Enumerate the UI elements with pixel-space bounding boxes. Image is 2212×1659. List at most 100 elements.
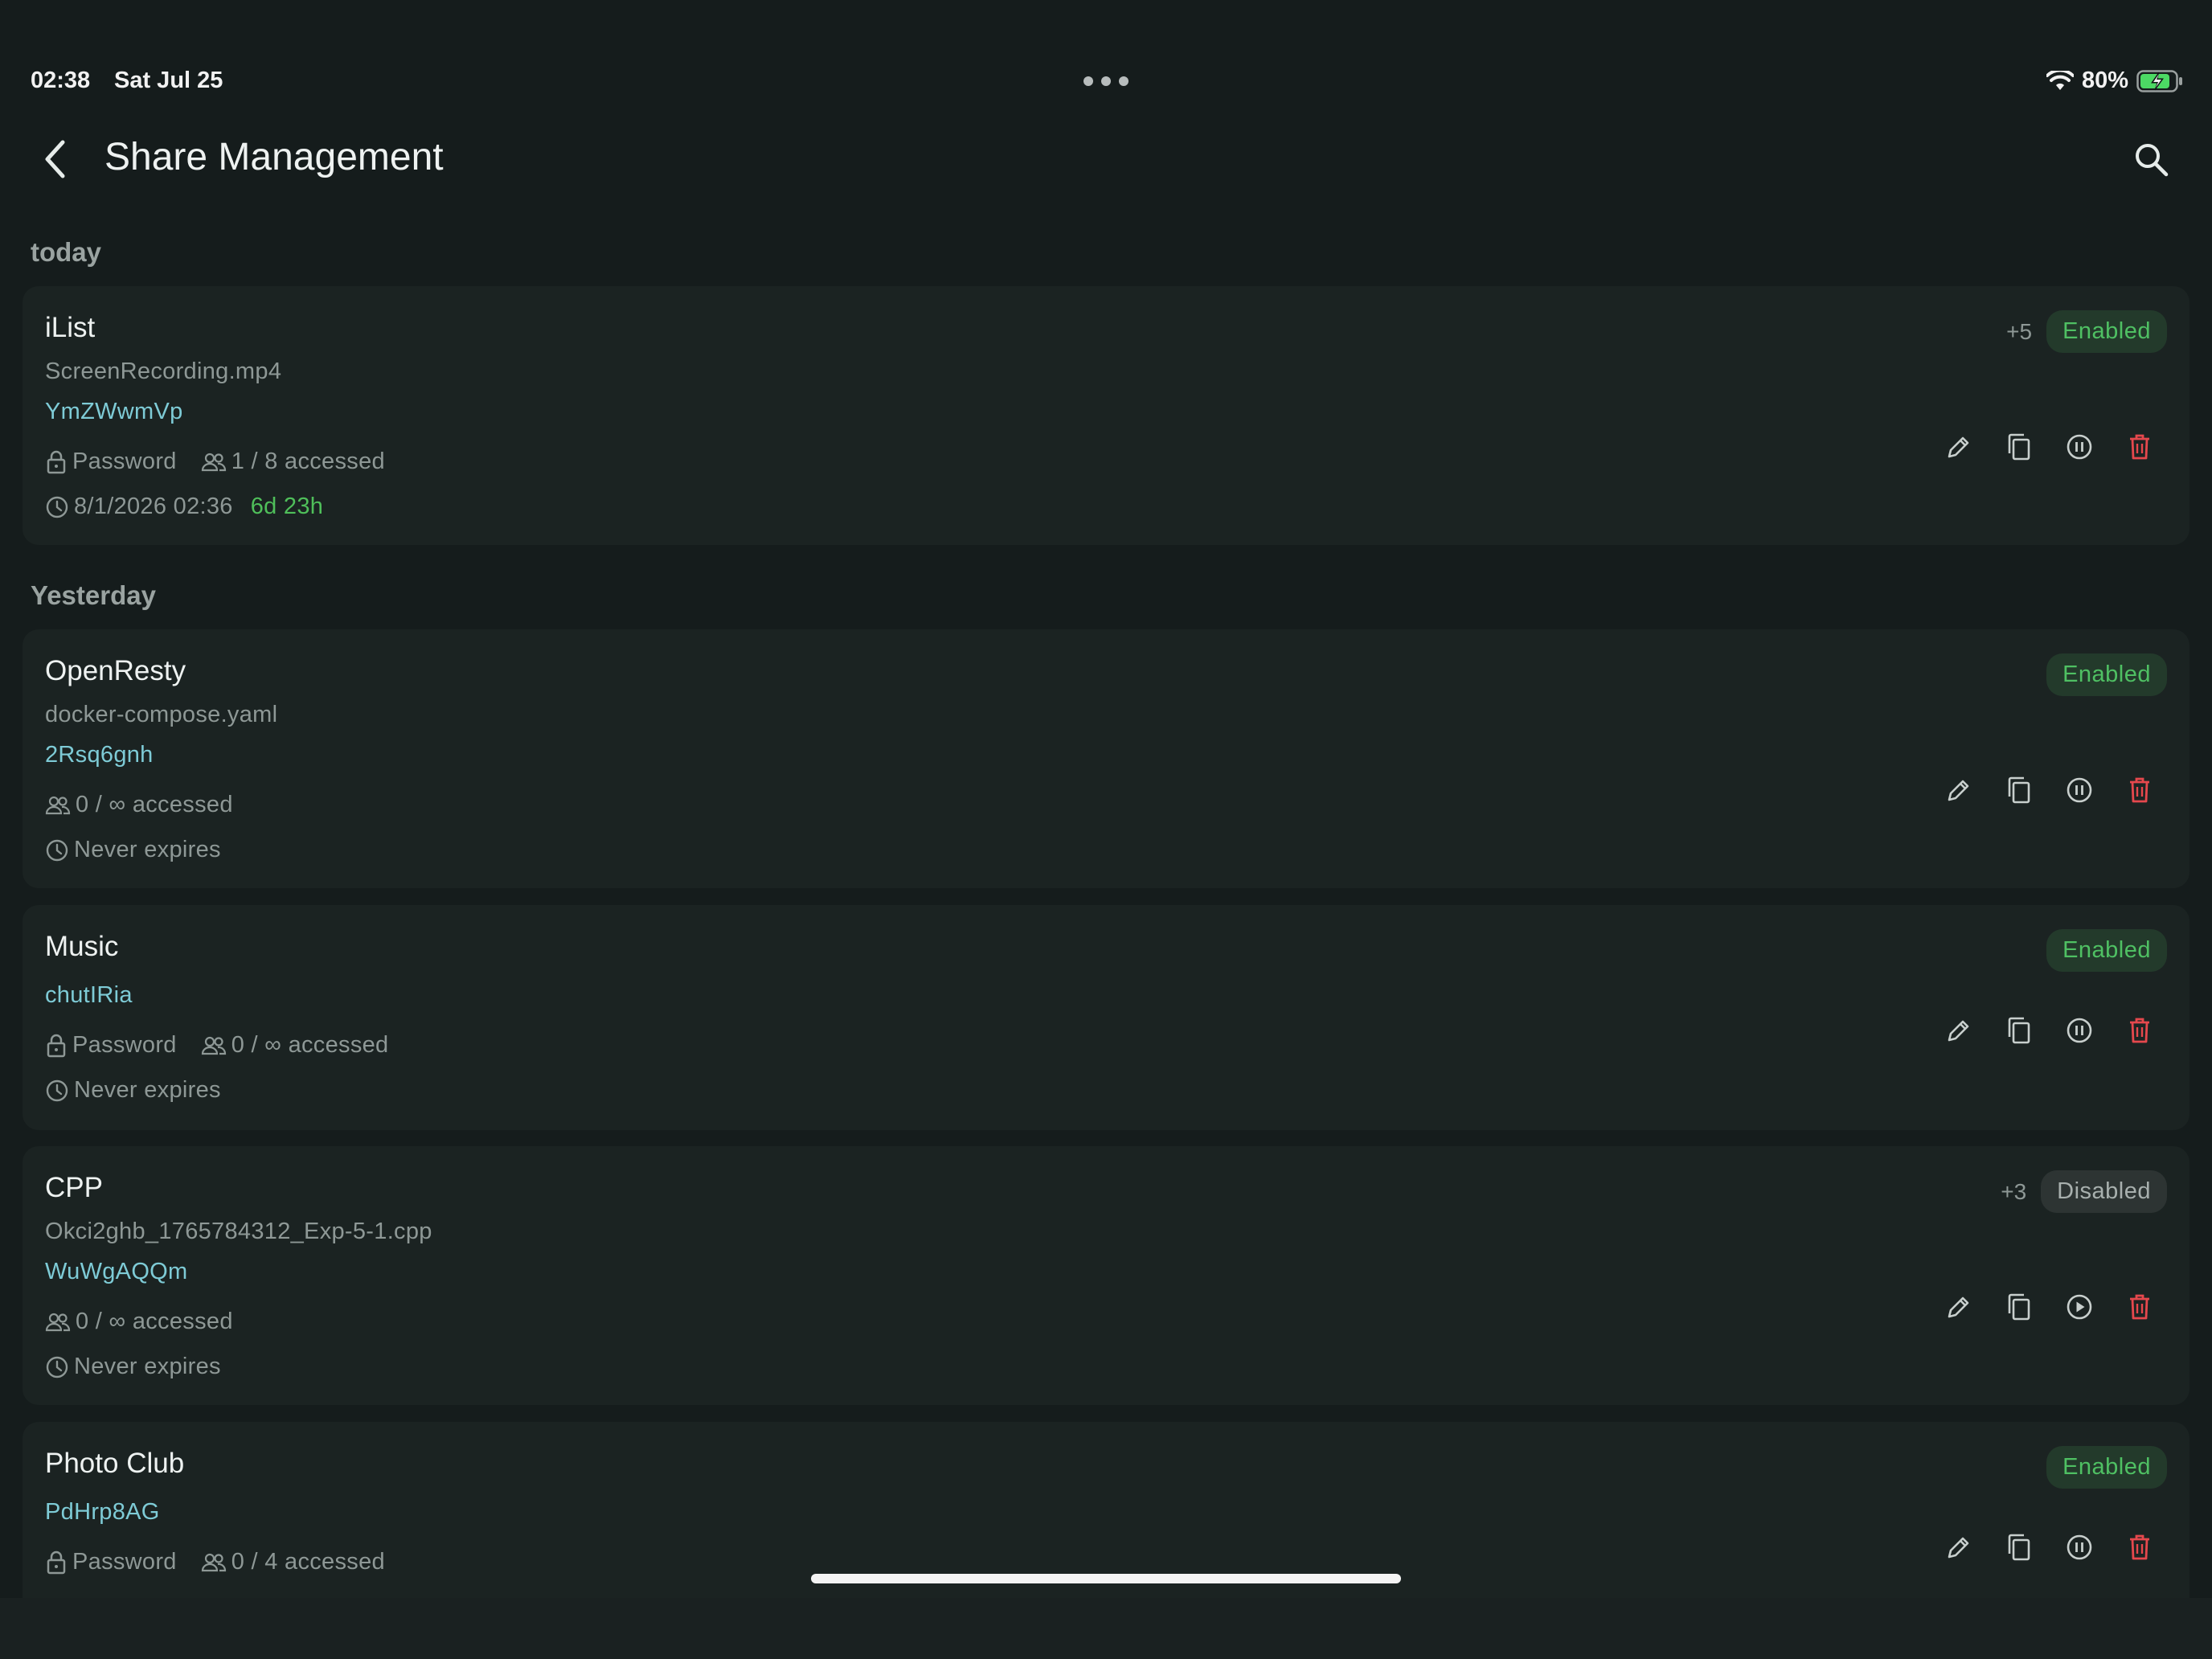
status-badge: Enabled bbox=[2046, 1446, 2167, 1489]
copy-button[interactable] bbox=[2001, 772, 2037, 808]
share-code[interactable]: chutIRia bbox=[45, 982, 133, 1009]
people-icon bbox=[45, 796, 71, 814]
share-expiry-row: Never expires bbox=[45, 837, 245, 863]
search-button[interactable] bbox=[2125, 133, 2177, 185]
share-title: Music bbox=[45, 931, 119, 962]
edit-button[interactable] bbox=[1941, 1013, 1976, 1048]
search-icon bbox=[2136, 144, 2169, 177]
share-card[interactable]: Music chutIRia Password 0 / ∞ accessed N… bbox=[23, 905, 2189, 1130]
delete-button[interactable] bbox=[2122, 772, 2157, 808]
expiry-label: 8/1/2026 02:36 bbox=[74, 494, 233, 519]
trash-icon bbox=[2130, 777, 2149, 803]
share-card[interactable]: OpenResty docker-compose.yaml 2Rsq6gnh 0… bbox=[23, 629, 2189, 888]
multitasking-dots-icon[interactable] bbox=[1083, 76, 1129, 88]
copy-icon bbox=[2008, 776, 2030, 804]
pause-button[interactable] bbox=[2062, 429, 2097, 465]
delete-button[interactable] bbox=[2122, 1013, 2157, 1048]
pause-circle-icon bbox=[2067, 777, 2092, 803]
password-indicator: Password bbox=[45, 1032, 177, 1059]
trash-icon bbox=[2130, 1534, 2149, 1560]
access-count-label: 0 / ∞ accessed bbox=[76, 1309, 233, 1334]
edit-button[interactable] bbox=[1941, 1530, 1976, 1565]
screen: 02:38 Sat Jul 25 80% Share Management to… bbox=[0, 0, 2212, 1659]
share-code[interactable]: PdHrp8AG bbox=[45, 1499, 160, 1526]
share-file-name: docker-compose.yaml bbox=[45, 702, 278, 727]
edit-button[interactable] bbox=[1941, 429, 1976, 465]
share-actions bbox=[1916, 1530, 2157, 1565]
password-indicator: Password bbox=[45, 449, 177, 475]
people-icon bbox=[45, 1313, 71, 1331]
copy-button[interactable] bbox=[2001, 429, 2037, 465]
share-expiry-row: Never expires bbox=[45, 1077, 245, 1104]
share-actions bbox=[1916, 772, 2157, 808]
access-count-label: 0 / ∞ accessed bbox=[76, 792, 233, 817]
clock-icon bbox=[46, 496, 68, 518]
people-icon bbox=[201, 1036, 226, 1055]
share-code[interactable]: YmZWwmVp bbox=[45, 399, 183, 425]
resume-button[interactable] bbox=[2062, 1289, 2097, 1325]
expiry: Never expires bbox=[45, 1354, 221, 1380]
share-meta-row: 0 / ∞ accessed bbox=[45, 1309, 257, 1335]
extra-files-count: +5 bbox=[2006, 318, 2033, 344]
page-title: Share Management bbox=[104, 136, 444, 178]
share-code[interactable]: WuWgAQQm bbox=[45, 1259, 188, 1285]
status-badge: Enabled bbox=[2046, 653, 2167, 696]
share-card[interactable]: iList ScreenRecording.mp4 YmZWwmVp Passw… bbox=[23, 286, 2189, 545]
clock-icon bbox=[46, 1079, 68, 1101]
copy-button[interactable] bbox=[2001, 1530, 2037, 1565]
share-meta-row: Password 1 / 8 accessed bbox=[45, 449, 409, 475]
delete-button[interactable] bbox=[2122, 1289, 2157, 1325]
status-area: Enabled bbox=[2046, 1446, 2167, 1489]
share-actions bbox=[1916, 429, 2157, 465]
status-badge: Disabled bbox=[2041, 1170, 2167, 1213]
pencil-icon bbox=[1948, 1020, 1969, 1042]
share-actions bbox=[1916, 1013, 2157, 1048]
copy-button[interactable] bbox=[2001, 1289, 2037, 1325]
pause-button[interactable] bbox=[2062, 772, 2097, 808]
edit-button[interactable] bbox=[1941, 772, 1976, 808]
share-meta-row: Password 0 / 4 accessed bbox=[45, 1549, 409, 1575]
share-title: Photo Club bbox=[45, 1448, 185, 1479]
section-label-yesterday: Yesterday bbox=[31, 580, 156, 610]
people-icon bbox=[201, 1553, 226, 1571]
pencil-icon bbox=[1948, 1296, 1969, 1318]
pencil-icon bbox=[1948, 436, 1969, 458]
back-button[interactable] bbox=[32, 132, 77, 186]
access-count: 0 / ∞ accessed bbox=[201, 1032, 389, 1059]
status-badge: Enabled bbox=[2046, 310, 2167, 353]
top-app-bar: Share Management bbox=[0, 121, 2212, 198]
people-icon bbox=[201, 453, 226, 471]
status-area: +5 Enabled bbox=[2006, 310, 2167, 353]
delete-button[interactable] bbox=[2122, 429, 2157, 465]
pause-circle-icon bbox=[2067, 434, 2092, 460]
pencil-icon bbox=[1948, 1537, 1969, 1559]
pause-button[interactable] bbox=[2062, 1013, 2097, 1048]
copy-icon bbox=[2008, 1534, 2030, 1561]
share-file-name: ScreenRecording.mp4 bbox=[45, 358, 282, 384]
access-count: 1 / 8 accessed bbox=[201, 449, 385, 475]
pause-button[interactable] bbox=[2062, 1530, 2097, 1565]
home-indicator[interactable] bbox=[811, 1574, 1401, 1583]
password-label: Password bbox=[72, 1032, 177, 1058]
expiry-label: Never expires bbox=[74, 1354, 221, 1379]
delete-button[interactable] bbox=[2122, 1530, 2157, 1565]
share-file-name: Okci2ghb_1765784312_Exp-5-1.cpp bbox=[45, 1219, 432, 1244]
extra-files-count: +3 bbox=[2001, 1178, 2027, 1204]
status-badge: Enabled bbox=[2046, 929, 2167, 972]
edit-button[interactable] bbox=[1941, 1289, 1976, 1325]
share-meta-row: 0 / ∞ accessed bbox=[45, 792, 257, 818]
copy-button[interactable] bbox=[2001, 1013, 2037, 1048]
copy-icon bbox=[2008, 1293, 2030, 1321]
trash-icon bbox=[2130, 1294, 2149, 1320]
lock-icon bbox=[47, 450, 66, 473]
access-count: 0 / ∞ accessed bbox=[45, 1309, 233, 1335]
expiry: 8/1/2026 02:36 bbox=[45, 494, 233, 520]
trash-icon bbox=[2130, 434, 2149, 460]
clock-icon bbox=[46, 1356, 68, 1378]
share-meta-row: Password 0 / ∞ accessed bbox=[45, 1032, 412, 1059]
trash-icon bbox=[2130, 1018, 2149, 1043]
share-card[interactable]: CPP Okci2ghb_1765784312_Exp-5-1.cpp WuWg… bbox=[23, 1146, 2189, 1405]
status-area: +3 Disabled bbox=[2001, 1170, 2167, 1213]
access-count-label: 0 / 4 accessed bbox=[231, 1549, 385, 1575]
share-code[interactable]: 2Rsq6gnh bbox=[45, 742, 154, 768]
